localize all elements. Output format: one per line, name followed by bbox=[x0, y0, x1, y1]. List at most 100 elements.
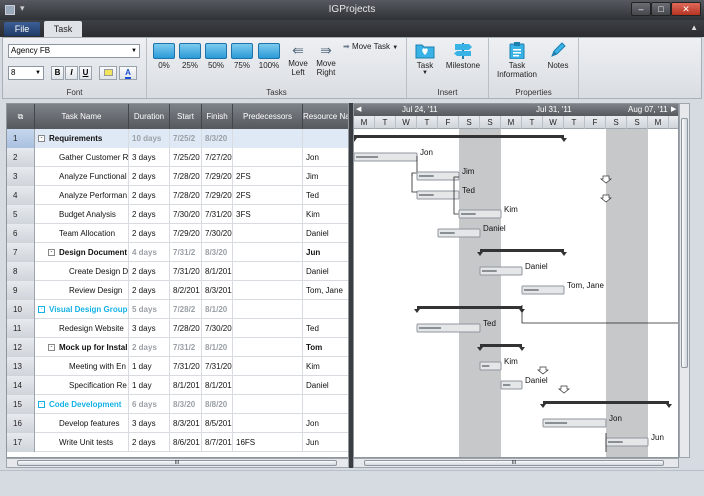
table-row[interactable]: 15- Code Development 6 days 8/3/20 8/8/20 bbox=[7, 395, 348, 414]
row-number[interactable]: 5 bbox=[7, 205, 35, 224]
row-number[interactable]: 7 bbox=[7, 243, 35, 262]
table-row[interactable]: 12- Mock up for Install 2 days 7/31/2 8/1/20… bbox=[7, 338, 348, 357]
cell-name[interactable]: Meeting with En bbox=[35, 357, 129, 376]
cell-pred[interactable] bbox=[233, 243, 303, 262]
cell-res[interactable] bbox=[303, 129, 348, 148]
cell-start[interactable]: 7/28/20 bbox=[170, 167, 202, 186]
cell-finish[interactable]: 7/31/20 bbox=[202, 205, 233, 224]
cell-res[interactable]: Daniel bbox=[303, 376, 348, 395]
cell-finish[interactable]: 8/3/20 bbox=[202, 129, 233, 148]
table-row[interactable]: 10- Visual Design Group 5 days 7/28/2 8/1/20 bbox=[7, 300, 348, 319]
table-row[interactable]: 5 Budget Analysis 2 days 7/30/20 7/31/20 3FS K… bbox=[7, 205, 348, 224]
cell-start[interactable]: 7/29/20 bbox=[170, 224, 202, 243]
table-row[interactable]: 13 Meeting with En 1 day 7/31/20 7/31/20 Kim bbox=[7, 357, 348, 376]
table-row[interactable]: 9 Review Design 2 days 8/2/201 8/3/201 Tom, J… bbox=[7, 281, 348, 300]
tab-file[interactable]: File bbox=[4, 22, 40, 36]
cell-pred[interactable] bbox=[233, 300, 303, 319]
collapse-toggle-icon[interactable]: - bbox=[48, 249, 55, 257]
cell-res[interactable]: Jim bbox=[303, 167, 348, 186]
cell-res[interactable]: Daniel bbox=[303, 224, 348, 243]
scroll-left-icon[interactable]: ◀ bbox=[356, 105, 361, 113]
cell-pred[interactable] bbox=[233, 395, 303, 414]
row-number[interactable]: 17 bbox=[7, 433, 35, 452]
task-information-button[interactable]: Task Information bbox=[495, 41, 539, 83]
cell-dur[interactable]: 2 days bbox=[129, 167, 170, 186]
cell-pred[interactable] bbox=[233, 224, 303, 243]
cell-res[interactable]: Ted bbox=[303, 319, 348, 338]
cell-start[interactable]: 7/30/20 bbox=[170, 205, 202, 224]
table-row[interactable]: 6 Team Allocation 2 days 7/29/20 7/30/20 Dani… bbox=[7, 224, 348, 243]
cell-name[interactable]: - Mock up for Install bbox=[35, 338, 129, 357]
cell-pred[interactable] bbox=[233, 357, 303, 376]
highlight-color-button[interactable] bbox=[99, 66, 117, 80]
column-header-task-name[interactable]: Task Name bbox=[35, 104, 129, 129]
grid-horizontal-scrollbar[interactable]: III bbox=[6, 458, 349, 468]
cell-res[interactable]: Jun bbox=[303, 243, 348, 262]
summary-bar[interactable] bbox=[354, 135, 564, 138]
cell-res[interactable]: Daniel bbox=[303, 262, 348, 281]
cell-name[interactable]: Review Design bbox=[35, 281, 129, 300]
cell-finish[interactable]: 8/3/201 bbox=[202, 281, 233, 300]
font-color-button[interactable]: A bbox=[119, 66, 137, 80]
table-row[interactable]: 2 Gather Customer R3 days 7/25/20 7/27/20 Jo… bbox=[7, 148, 348, 167]
cell-start[interactable]: 7/28/20 bbox=[170, 186, 202, 205]
cell-name[interactable]: - Code Development bbox=[35, 395, 129, 414]
cell-start[interactable]: 7/31/20 bbox=[170, 262, 202, 281]
gantt-horizontal-scrollbar[interactable]: III bbox=[353, 458, 679, 468]
table-row[interactable]: 16 Develop features 3 days 8/3/201 8/5/201 Jo… bbox=[7, 414, 348, 433]
cell-res[interactable]: Kim bbox=[303, 205, 348, 224]
row-number[interactable]: 11 bbox=[7, 319, 35, 338]
font-name-combo[interactable]: Agency FB ▼ bbox=[8, 44, 140, 58]
collapse-toggle-icon[interactable]: - bbox=[48, 344, 55, 352]
collapse-toggle-icon[interactable]: - bbox=[38, 306, 45, 314]
move-left-button[interactable]: ⇚ Move Left bbox=[285, 41, 311, 83]
row-number[interactable]: 13 bbox=[7, 357, 35, 376]
italic-button[interactable]: I bbox=[65, 66, 78, 80]
cell-dur[interactable]: 2 days bbox=[129, 262, 170, 281]
cell-start[interactable]: 8/6/201 bbox=[170, 433, 202, 452]
notes-button[interactable]: Notes bbox=[543, 41, 573, 83]
row-number[interactable]: 16 bbox=[7, 414, 35, 433]
cell-finish[interactable]: 7/30/20 bbox=[202, 224, 233, 243]
cell-start[interactable]: 8/1/201 bbox=[170, 376, 202, 395]
cell-res[interactable] bbox=[303, 300, 348, 319]
cell-dur[interactable]: 2 days bbox=[129, 338, 170, 357]
cell-finish[interactable]: 7/27/20 bbox=[202, 148, 233, 167]
cell-name[interactable]: - Visual Design Group bbox=[35, 300, 129, 319]
cell-pred[interactable] bbox=[233, 129, 303, 148]
cell-finish[interactable]: 8/1/20 bbox=[202, 300, 233, 319]
summary-bar[interactable] bbox=[480, 249, 564, 252]
horizontal-scroll-thumb[interactable]: III bbox=[364, 460, 664, 466]
table-row[interactable]: 17 Write Unit tests 2 days 8/6/201 8/7/201 16… bbox=[7, 433, 348, 452]
table-row[interactable]: 1- Requirements 10 days 7/25/2 8/3/20 bbox=[7, 129, 348, 148]
cell-start[interactable]: 7/31/2 bbox=[170, 243, 202, 262]
cell-name[interactable]: Gather Customer R bbox=[35, 148, 129, 167]
select-all-icon[interactable]: ⧉ bbox=[7, 104, 35, 129]
table-row[interactable]: 4 Analyze Performan 2 days 7/28/20 7/29/20 2F… bbox=[7, 186, 348, 205]
cell-pred[interactable] bbox=[233, 376, 303, 395]
insert-task-button[interactable]: Task ▼ bbox=[413, 41, 437, 83]
progress-50-button[interactable]: 50% bbox=[203, 41, 229, 83]
column-header-resource-names[interactable]: Resource Na bbox=[303, 104, 348, 129]
cell-finish[interactable]: 8/1/20 bbox=[202, 338, 233, 357]
cell-finish[interactable]: 7/29/20 bbox=[202, 167, 233, 186]
cell-name[interactable]: Redesign Website bbox=[35, 319, 129, 338]
cell-finish[interactable]: 8/5/201 bbox=[202, 414, 233, 433]
summary-bar[interactable] bbox=[480, 344, 522, 347]
move-task-button[interactable]: ➡ Move Task ▼ bbox=[343, 42, 398, 51]
cell-start[interactable]: 7/28/2 bbox=[170, 300, 202, 319]
row-number[interactable]: 15 bbox=[7, 395, 35, 414]
vertical-scrollbar[interactable] bbox=[679, 103, 690, 458]
row-number[interactable]: 6 bbox=[7, 224, 35, 243]
column-header-finish[interactable]: Finish bbox=[202, 104, 233, 129]
cell-finish[interactable]: 8/1/201 bbox=[202, 262, 233, 281]
column-header-duration[interactable]: Duration bbox=[129, 104, 170, 129]
cell-pred[interactable] bbox=[233, 319, 303, 338]
column-header-start[interactable]: Start bbox=[170, 104, 202, 129]
cell-dur[interactable]: 3 days bbox=[129, 414, 170, 433]
cell-dur[interactable]: 2 days bbox=[129, 433, 170, 452]
table-row[interactable]: 7- Design Document 4 days 7/31/2 8/3/20 Jun bbox=[7, 243, 348, 262]
cell-name[interactable]: Analyze Performan bbox=[35, 186, 129, 205]
cell-dur[interactable]: 10 days bbox=[129, 129, 170, 148]
cell-finish[interactable]: 7/29/20 bbox=[202, 186, 233, 205]
